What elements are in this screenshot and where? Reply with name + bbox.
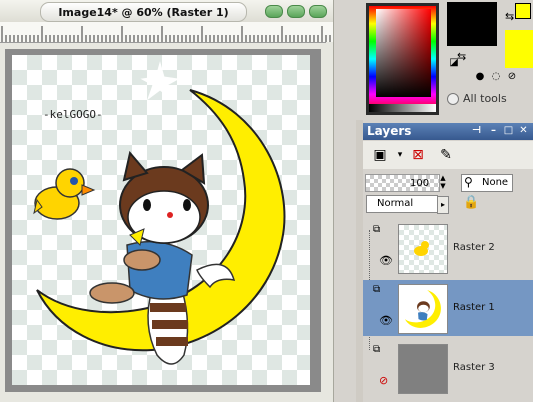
layer-group-icon: ⧉ [373,224,381,235]
lock-transparency-icon[interactable]: 🔒 [463,195,479,210]
swap-colors-icon[interactable]: ⇆ [505,10,514,23]
opacity-field[interactable]: 100 [365,174,440,192]
background-swatch[interactable] [505,30,533,68]
layer-row-raster-1[interactable]: ⧉ 👁 Raster 1 [363,280,533,336]
all-tools-option[interactable]: All tools [447,92,507,105]
blend-mode-value: Normal [377,198,414,209]
layers-panel-title: Layers [367,124,412,138]
layer-properties-row: 100 ▲ ▼ ⚲ None [363,173,533,193]
layer-row-raster-2[interactable]: ⧉ 👁 Raster 2 [363,220,533,276]
delete-layer-icon[interactable]: ⊠ [407,145,429,165]
all-tools-label: All tools [463,92,507,105]
material-swatches: ⇆ ● ◌ ⊘ ◪ ● ◌ ⊘ ⇆ All tools [447,0,533,110]
sparkle-icon [140,61,180,101]
window-controls [265,5,327,18]
swap-arrow-icon[interactable]: ⇆ [457,50,466,63]
opacity-value: 100 [410,178,430,189]
document-title: Image14* @ 60% (Raster 1) [40,2,247,22]
canvas-frame: -kelGOGO- [5,49,321,392]
maximize-panel-icon[interactable]: □ [503,125,514,136]
new-layer-icon[interactable]: ▣ [369,145,391,165]
blend-row: Normal ▸ 🔒 [363,195,533,215]
layers-toolbar: ▣ ▾ ⊠ ✎ [363,141,533,169]
no-texture-icon[interactable]: ⊘ [505,70,519,84]
layer-name: Raster 3 [453,362,495,373]
blend-dropdown-arrow-icon[interactable]: ▸ [437,196,449,214]
color-picker[interactable] [366,3,439,115]
saturation-square[interactable] [376,9,431,97]
materials-palette: ⇆ ● ◌ ⊘ ◪ ● ◌ ⊘ ⇆ All tools [343,0,533,118]
document-scrollbar[interactable] [326,42,333,402]
all-tools-radio[interactable] [447,92,459,105]
layer-row-raster-3[interactable]: ⧉ ⊘ Raster 3 [363,340,533,396]
edit-selection-icon[interactable]: ✎ [435,145,457,165]
artwork [33,61,286,365]
close-panel-icon[interactable]: ✕ [518,125,529,136]
blend-mode-select[interactable]: Normal ▸ [366,195,449,214]
layer-thumbnail [398,224,448,274]
panel-scrollbar[interactable] [356,120,363,402]
layer-group-icon: ⧉ [373,284,381,295]
background-swatch-small[interactable] [515,3,531,19]
solid-color-icon[interactable]: ● [449,28,463,42]
texture-icon[interactable]: ◌ [465,28,479,42]
layer-thumbnail [398,284,448,334]
foreground-style-icons: ● ◌ ⊘ [449,28,495,42]
solid-color-icon[interactable]: ● [473,70,487,84]
grayscale-strip[interactable] [369,104,436,112]
visibility-hidden-icon[interactable]: ⊘ [379,374,388,387]
no-texture-icon[interactable]: ⊘ [481,28,495,42]
layer-name: Raster 1 [453,302,495,313]
mask-selector[interactable]: ⚲ None [461,174,513,192]
opacity-spinner[interactable]: ▲ ▼ [439,174,447,190]
duck-illustration [33,168,96,220]
layers-panel-header[interactable]: Layers ⊣ – □ ✕ [363,123,533,140]
pin-icon[interactable]: ⊣ [471,125,482,136]
maximize-button[interactable] [287,5,305,18]
watermark-text: -kelGOGO- [43,108,103,121]
image-canvas[interactable]: -kelGOGO- [12,55,310,385]
layer-thumbnail [398,344,448,394]
mask-label: None [482,177,509,188]
visibility-eye-icon[interactable]: 👁 [379,254,393,267]
mask-icon: ⚲ [464,175,473,189]
right-panels: ⇆ ● ◌ ⊘ ◪ ● ◌ ⊘ ⇆ All tools Layers ⊣ – □… [343,0,533,402]
horizontal-ruler [0,22,333,43]
layer-group-icon: ⧉ [373,344,381,355]
texture-icon[interactable]: ◌ [489,70,503,84]
layer-list: ⧉ 👁 Raster 2 ⧉ 👁 Raster 1 ⧉ ⊘ Raster 3 [363,220,533,402]
layer-name: Raster 2 [453,242,495,253]
background-texture-icons: ● ◌ ⊘ [473,70,519,84]
minimize-panel-icon[interactable]: – [488,125,499,136]
image-document-window: Image14* @ 60% (Raster 1) -kelGOGO- [0,0,334,402]
close-button[interactable] [309,5,327,18]
document-titlebar[interactable]: Image14* @ 60% (Raster 1) [0,0,333,23]
visibility-eye-icon[interactable]: 👁 [379,314,393,327]
minimize-button[interactable] [265,5,283,18]
